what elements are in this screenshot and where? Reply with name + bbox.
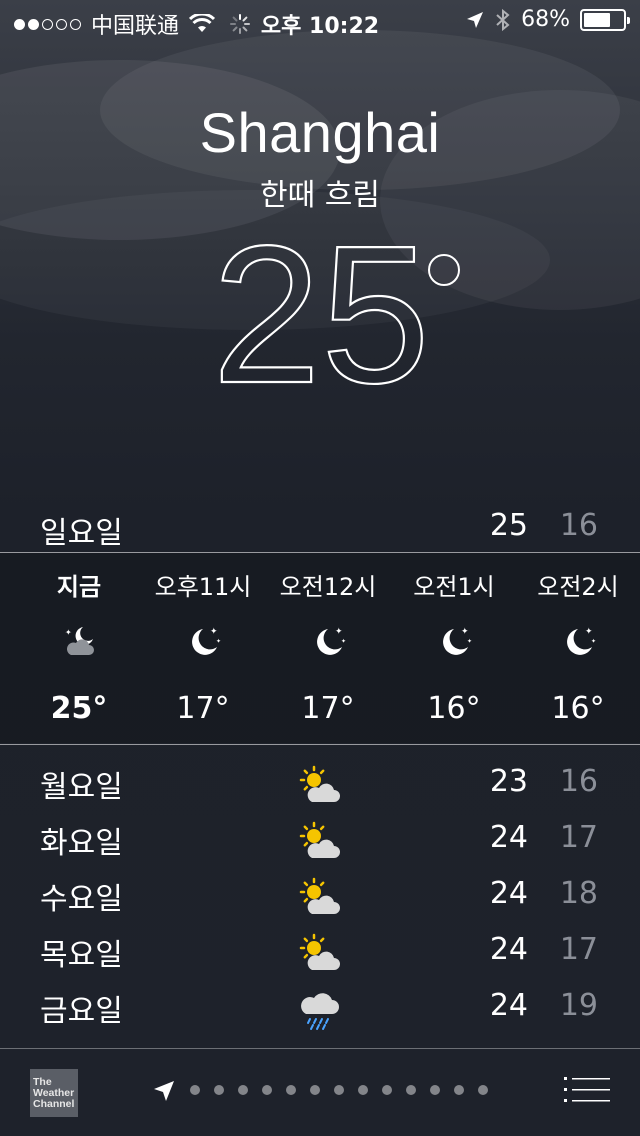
svg-text:✦: ✦ — [341, 638, 346, 645]
daily-day: 수요일 — [40, 882, 123, 917]
daily-low: 19 — [559, 988, 598, 1023]
daily-low: 18 — [559, 876, 598, 911]
daily-low: 16 — [559, 764, 598, 799]
bluetooth-icon — [496, 8, 510, 31]
moon-stars-icon: ✦ ✦ — [567, 627, 596, 655]
bottom-toolbar: The Weather Channel — [0, 1049, 640, 1136]
hourly-item: 오전12시 ✦ ✦ 17° — [266, 553, 390, 743]
partly-sunny-icon — [299, 765, 340, 802]
hour-label: 오전1시 — [413, 573, 495, 601]
daily-high: 24 — [489, 820, 528, 855]
moon-stars-icon: ✦ ✦ — [443, 627, 472, 655]
today-day: 일요일 — [40, 516, 123, 551]
daily-day: 목요일 — [40, 938, 123, 973]
daily-low: 17 — [559, 932, 598, 967]
page-dot[interactable] — [286, 1085, 296, 1095]
hourly-item: 오전2시 ✦ ✦ 16° — [516, 553, 640, 743]
svg-text:✦: ✦ — [461, 627, 469, 637]
daily-forecast-list[interactable]: 월요일 23 16 화요일 24 17 수요일 24 18 목요일 24 17 … — [0, 752, 640, 1048]
page-dot[interactable] — [214, 1085, 224, 1095]
hourly-forecast[interactable]: 지금 ✦ 25° 오후11시 ✦ ✦ 17° 오전12시 ✦ ✦ 17° 오전1… — [0, 553, 640, 743]
partly-sunny-icon — [299, 933, 340, 970]
page-dot[interactable] — [190, 1085, 200, 1095]
battery-icon — [580, 8, 630, 31]
svg-text:✦: ✦ — [216, 638, 221, 645]
svg-text:✦: ✦ — [335, 627, 343, 637]
daily-high: 24 — [489, 932, 528, 967]
partly-sunny-icon — [299, 821, 340, 858]
city-name: Shanghai — [199, 101, 441, 164]
hourly-item: 지금 ✦ 25° — [17, 553, 141, 743]
status-bar: 中国联通 오후 10:22 68% — [0, 0, 640, 40]
page-dot[interactable] — [310, 1085, 320, 1095]
hour-label: 오전2시 — [537, 573, 619, 601]
svg-text:✦: ✦ — [210, 627, 218, 637]
today-low: 16 — [559, 508, 598, 543]
daily-row: 금요일 24 19 — [0, 980, 640, 1036]
today-summary: 일요일 25 16 — [0, 500, 640, 552]
svg-text:✦: ✦ — [591, 638, 596, 645]
current-temperature: 25 — [0, 205, 640, 424]
daily-high: 23 — [489, 764, 528, 799]
today-high: 25 — [489, 508, 528, 543]
daily-row: 월요일 23 16 — [0, 756, 640, 812]
rain-icon — [301, 993, 339, 1030]
page-dot[interactable] — [238, 1085, 248, 1095]
daily-high: 24 — [489, 876, 528, 911]
svg-text:✦: ✦ — [65, 628, 72, 637]
current-location-icon[interactable] — [152, 1079, 176, 1103]
daily-row: 화요일 24 17 — [0, 812, 640, 868]
hour-temp: 16° — [427, 691, 481, 726]
degree-symbol-icon — [428, 254, 460, 286]
page-dot[interactable] — [334, 1085, 344, 1095]
location-services-icon — [467, 11, 484, 28]
daily-day: 금요일 — [40, 994, 123, 1029]
moon-stars-icon: ✦ ✦ — [317, 627, 346, 655]
svg-text:✦: ✦ — [585, 627, 593, 637]
hourly-item: 오후11시 ✦ ✦ 17° — [141, 553, 265, 743]
partly-cloudy-night-icon: ✦ — [65, 627, 94, 655]
moon-stars-icon: ✦ ✦ — [192, 627, 221, 655]
battery-percent: 68% — [521, 7, 570, 32]
daily-day: 화요일 — [40, 826, 123, 861]
page-dot[interactable] — [454, 1085, 464, 1095]
page-dot[interactable] — [382, 1085, 392, 1095]
daily-row: 목요일 24 17 — [0, 924, 640, 980]
current-temperature-value: 25 — [211, 205, 431, 424]
page-dot[interactable] — [262, 1085, 272, 1095]
divider — [0, 744, 640, 745]
page-dot[interactable] — [406, 1085, 416, 1095]
daily-row: 수요일 24 18 — [0, 868, 640, 924]
hour-temp: 17° — [301, 691, 355, 726]
daily-high: 24 — [489, 988, 528, 1023]
page-dot[interactable] — [430, 1085, 440, 1095]
weather-channel-logo[interactable]: The Weather Channel — [30, 1069, 78, 1117]
page-indicator[interactable] — [190, 1085, 488, 1095]
page-dot[interactable] — [478, 1085, 488, 1095]
hour-label: 오전12시 — [279, 573, 377, 601]
daily-day: 월요일 — [40, 770, 123, 805]
hour-temp: 17° — [176, 691, 230, 726]
hourly-item: 오전1시 ✦ ✦ 16° — [392, 553, 516, 743]
hour-label: 지금 — [56, 573, 102, 601]
partly-sunny-icon — [299, 877, 340, 914]
hour-temp: 25° — [50, 691, 108, 726]
svg-text:✦: ✦ — [467, 638, 472, 645]
hour-label: 오후11시 — [154, 573, 252, 601]
city-list-icon[interactable] — [564, 1075, 610, 1105]
hour-temp: 16° — [551, 691, 605, 726]
daily-low: 17 — [559, 820, 598, 855]
page-dot[interactable] — [358, 1085, 368, 1095]
